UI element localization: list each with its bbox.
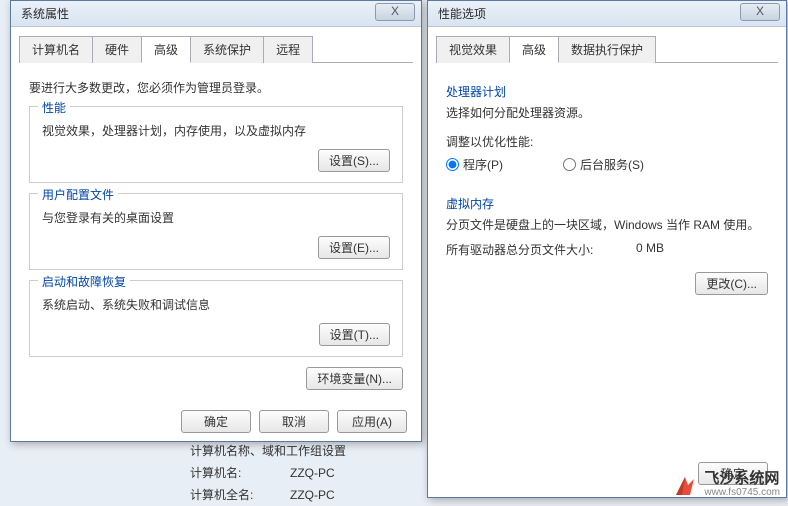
performance-desc: 视觉效果，处理器计划，内存使用，以及虚拟内存: [42, 122, 390, 139]
performance-group: 性能 视觉效果，处理器计划，内存使用，以及虚拟内存 设置(S)...: [29, 106, 403, 183]
tab-content: 要进行大多数更改，您必须作为管理员登录。 性能 视觉效果，处理器计划，内存使用，…: [11, 63, 421, 402]
tab-dep[interactable]: 数据执行保护: [558, 36, 656, 63]
tab-system-protection[interactable]: 系统保护: [190, 36, 264, 63]
close-icon: X: [391, 4, 399, 18]
dialog-buttons: 确定 取消 应用(A): [11, 402, 421, 441]
pagefile-size-value: 0 MB: [636, 241, 664, 258]
performance-options-window: 性能选项 X 视觉效果 高级 数据执行保护 处理器计划 选择如何分配处理器资源。…: [427, 0, 787, 498]
radio-background-input[interactable]: [563, 158, 576, 171]
startup-recovery-desc: 系统启动、系统失败和调试信息: [42, 296, 390, 313]
cancel-button[interactable]: 取消: [259, 410, 329, 433]
tab-visual-effects[interactable]: 视觉效果: [436, 36, 510, 63]
adjust-label: 调整以优化性能:: [446, 133, 768, 150]
performance-group-title: 性能: [38, 99, 70, 116]
system-properties-window: 系统属性 X 计算机名 硬件 高级 系统保护 远程 要进行大多数更改，您必须作为…: [10, 0, 422, 442]
radio-programs-label: 程序(P): [463, 156, 503, 173]
cpu-schedule-desc: 选择如何分配处理器资源。: [446, 104, 768, 121]
tab-advanced[interactable]: 高级: [509, 36, 559, 63]
ok-button[interactable]: 确定: [181, 410, 251, 433]
window-title: 性能选项: [438, 5, 486, 22]
bg-computer-name-label: 计算机名:: [190, 462, 290, 484]
cpu-schedule-title: 处理器计划: [446, 83, 768, 100]
watermark: 飞沙系统网 www.fs0745.com: [672, 472, 780, 500]
titlebar[interactable]: 系统属性 X: [11, 1, 421, 27]
radio-programs[interactable]: 程序(P): [446, 156, 503, 173]
tab-computer-name[interactable]: 计算机名: [19, 36, 93, 63]
watermark-logo-icon: [672, 473, 698, 499]
bg-computer-fullname-value: ZZQ-PC: [290, 484, 335, 506]
radio-programs-input[interactable]: [446, 158, 459, 171]
startup-recovery-settings-button[interactable]: 设置(T)...: [319, 323, 390, 346]
radio-background-services[interactable]: 后台服务(S): [563, 156, 644, 173]
performance-settings-button[interactable]: 设置(S)...: [318, 149, 390, 172]
environment-variables-button[interactable]: 环境变量(N)...: [306, 367, 403, 390]
close-icon: X: [756, 4, 764, 18]
watermark-url: www.fs0745.com: [704, 486, 780, 500]
startup-recovery-group: 启动和故障恢复 系统启动、系统失败和调试信息 设置(T)...: [29, 280, 403, 357]
tab-advanced[interactable]: 高级: [141, 36, 191, 63]
apply-button[interactable]: 应用(A): [337, 410, 407, 433]
tab-strip: 视觉效果 高级 数据执行保护: [436, 35, 778, 63]
virtual-memory-title: 虚拟内存: [446, 195, 768, 212]
watermark-title: 飞沙系统网: [704, 472, 780, 486]
bg-computer-name-value: ZZQ-PC: [290, 462, 335, 484]
tab-content: 处理器计划 选择如何分配处理器资源。 调整以优化性能: 程序(P) 后台服务(S…: [428, 63, 786, 307]
change-virtual-memory-button[interactable]: 更改(C)...: [695, 272, 768, 295]
tab-remote[interactable]: 远程: [263, 36, 313, 63]
user-profile-group-title: 用户配置文件: [38, 186, 118, 203]
startup-recovery-group-title: 启动和故障恢复: [38, 273, 130, 290]
bg-heading: 计算机名称、域和工作组设置: [190, 440, 346, 462]
close-button[interactable]: X: [375, 3, 415, 21]
tab-strip: 计算机名 硬件 高级 系统保护 远程: [19, 35, 413, 63]
pagefile-size-label: 所有驱动器总分页文件大小:: [446, 241, 636, 258]
user-profile-desc: 与您登录有关的桌面设置: [42, 209, 390, 226]
user-profile-group: 用户配置文件 与您登录有关的桌面设置 设置(E)...: [29, 193, 403, 270]
background-system-info: 计算机名称、域和工作组设置 计算机名: ZZQ-PC 计算机全名: ZZQ-PC: [190, 440, 346, 506]
window-title: 系统属性: [21, 5, 69, 22]
bg-computer-fullname-label: 计算机全名:: [190, 484, 290, 506]
close-button[interactable]: X: [740, 3, 780, 21]
titlebar[interactable]: 性能选项 X: [428, 1, 786, 27]
user-profile-settings-button[interactable]: 设置(E)...: [318, 236, 390, 259]
radio-background-label: 后台服务(S): [580, 156, 644, 173]
virtual-memory-desc: 分页文件是硬盘上的一块区域，Windows 当作 RAM 使用。: [446, 216, 768, 233]
admin-note: 要进行大多数更改，您必须作为管理员登录。: [29, 79, 403, 96]
tab-hardware[interactable]: 硬件: [92, 36, 142, 63]
